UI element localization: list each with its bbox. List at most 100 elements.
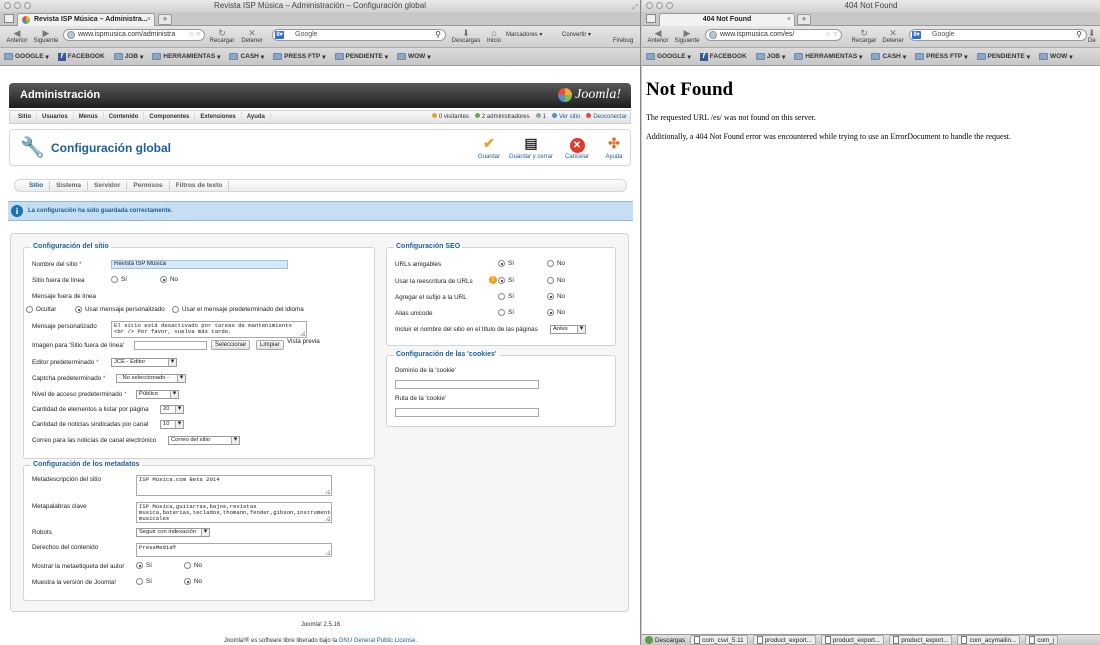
- cookie-domain-input[interactable]: [395, 380, 539, 389]
- convert-button[interactable]: Convertir ▾: [562, 32, 606, 39]
- menu-ayuda[interactable]: Ayuda: [242, 112, 271, 122]
- access-select[interactable]: Público: [136, 390, 179, 399]
- meta-description-textarea[interactable]: ISP Música.com Beta 2014: [136, 475, 332, 496]
- window-controls[interactable]: [646, 2, 673, 9]
- download-item[interactable]: product_export...: [752, 635, 816, 645]
- forward-button[interactable]: ▶ Siguiente: [673, 29, 701, 45]
- stop-button[interactable]: ✕ Detener: [879, 29, 907, 45]
- download-item[interactable]: com_csvi_5.11: [690, 635, 748, 645]
- download-item[interactable]: product_export...: [889, 635, 953, 645]
- author-meta-yes-radio[interactable]: Sí: [136, 562, 152, 569]
- site-name-input[interactable]: Revista ISP Música: [111, 260, 288, 269]
- menu-componentes[interactable]: Componentes: [144, 112, 196, 122]
- cancel-button[interactable]: ✕ Cancelar: [563, 136, 591, 160]
- menu-contenido[interactable]: Contenido: [104, 112, 145, 122]
- offline-default-radio[interactable]: Usar el mensaje predeterminado del idiom…: [172, 306, 304, 313]
- reload-button[interactable]: ↻ Recargar: [851, 29, 877, 45]
- bookmark-star-icon[interactable]: ☆ ▿: [188, 30, 200, 40]
- show-version-yes-radio[interactable]: Sí: [136, 578, 152, 585]
- bookmarks-menu-button[interactable]: Marcadores ▾: [506, 32, 556, 39]
- menu-menus[interactable]: Menús: [74, 112, 104, 122]
- messages-count[interactable]: 1: [535, 113, 546, 120]
- meta-keywords-textarea[interactable]: ISP Música,guitarras,bajos,revistas musi…: [136, 502, 332, 523]
- back-button[interactable]: ◀ Anterior: [4, 29, 30, 45]
- downloads-toggle[interactable]: Descargas: [645, 636, 685, 644]
- close-tab-icon[interactable]: ×: [147, 14, 151, 26]
- downloads-button[interactable]: ⬇ De: [1088, 29, 1100, 45]
- sef-yes-radio[interactable]: Sí: [498, 260, 514, 267]
- menu-extensiones[interactable]: Extensiones: [195, 112, 242, 122]
- list-limit-select[interactable]: 20: [160, 405, 184, 414]
- search-icon[interactable]: ⚲: [435, 30, 441, 40]
- help-button[interactable]: ✣ Ayuda: [602, 136, 626, 161]
- forward-button[interactable]: ▶ Siguiente: [32, 29, 60, 45]
- bookmark-job[interactable]: JOB ▾: [755, 53, 785, 61]
- tab-sitio[interactable]: Sitio: [23, 181, 51, 190]
- close-tab-icon[interactable]: ×: [787, 14, 791, 26]
- download-item[interactable]: com_j: [1025, 635, 1059, 645]
- bookmark-wow[interactable]: WOW ▾: [396, 53, 431, 61]
- view-site-link[interactable]: Ver sitio: [551, 113, 580, 120]
- captcha-select[interactable]: - No seleccionado -: [116, 374, 186, 383]
- robots-select[interactable]: Seguir con indexación: [136, 528, 210, 537]
- suffix-no-radio[interactable]: No: [547, 293, 565, 300]
- author-meta-no-radio[interactable]: No: [184, 562, 202, 569]
- bookmark-press-ftp[interactable]: PRESS FTP ▾: [273, 53, 326, 61]
- unicode-no-radio[interactable]: No: [547, 309, 565, 316]
- bookmark-google[interactable]: GOOGLE ▾: [646, 53, 691, 61]
- download-item[interactable]: product_export...: [820, 635, 885, 645]
- window-controls[interactable]: [4, 2, 31, 9]
- browser-tab-admin[interactable]: Revista ISP Música – Administra... ×: [17, 13, 155, 26]
- bookmark-pendiente[interactable]: PENDIENTE ▾: [334, 53, 388, 61]
- tab-sistema[interactable]: Sistema: [50, 181, 89, 190]
- bookmark-pendiente[interactable]: PENDIENTE ▾: [976, 53, 1030, 61]
- bookmark-star-icon[interactable]: ☆ ▿: [825, 30, 837, 40]
- search-bar[interactable]: 8▾ Google ⚲: [909, 29, 1087, 41]
- editor-select[interactable]: JCE - Editor: [111, 358, 177, 367]
- offline-image-input[interactable]: [134, 341, 207, 350]
- bookmark-facebook[interactable]: f FACEBOOK: [57, 52, 105, 61]
- custom-message-textarea[interactable]: El sitio está desactivado por tareas de …: [111, 321, 307, 338]
- search-icon[interactable]: ⚲: [1076, 30, 1082, 40]
- url-bar[interactable]: www.ispmusica.com/es/ ☆ ▿: [705, 29, 842, 41]
- bookmark-herramientas[interactable]: HERRAMIENTAS ▾: [794, 53, 862, 61]
- new-tab-button[interactable]: +: [158, 14, 172, 25]
- back-button[interactable]: ◀ Anterior: [645, 29, 671, 45]
- clear-image-button[interactable]: Limpiar: [256, 340, 284, 350]
- offline-custom-radio[interactable]: Usar mensaje personalizado: [75, 306, 165, 313]
- offline-hide-radio[interactable]: Ocultar: [26, 306, 56, 313]
- feed-email-select[interactable]: Correo del sitio: [168, 436, 240, 445]
- logout-link[interactable]: Desconectar: [586, 113, 627, 120]
- reload-button[interactable]: ↻ Recargar: [209, 29, 235, 45]
- save-button[interactable]: ✔ Guardar: [477, 136, 501, 161]
- offline-no-radio[interactable]: No: [160, 276, 178, 283]
- offline-yes-radio[interactable]: Sí: [111, 276, 127, 283]
- sitename-title-select[interactable]: Antes: [550, 325, 586, 334]
- menu-usuarios[interactable]: Usuarios: [37, 112, 74, 122]
- browser-tab-404[interactable]: 404 Not Found ×: [659, 13, 795, 26]
- tab-servidor[interactable]: Servidor: [88, 181, 128, 190]
- content-rights-textarea[interactable]: PresaMedia®: [136, 543, 332, 557]
- downloads-button[interactable]: ⬇ Descargas: [449, 29, 483, 45]
- show-version-no-radio[interactable]: No: [184, 578, 202, 585]
- bookmark-cash[interactable]: CASH ▾: [871, 53, 906, 61]
- menu-sitio[interactable]: Sitio: [13, 112, 37, 122]
- tab-permisos[interactable]: Permisos: [127, 181, 170, 190]
- sef-no-radio[interactable]: No: [547, 260, 565, 267]
- rewrite-yes-radio[interactable]: Sí: [498, 277, 514, 284]
- bookmark-job[interactable]: JOB ▾: [113, 53, 143, 61]
- tab-overview-icon[interactable]: [4, 14, 14, 23]
- bookmark-cash[interactable]: CASH ▾: [229, 53, 264, 61]
- save-close-button[interactable]: ▤ Guardar y cerrar: [507, 136, 555, 161]
- new-tab-button[interactable]: +: [797, 14, 811, 25]
- bookmark-wow[interactable]: WOW ▾: [1038, 53, 1073, 61]
- download-item[interactable]: com_acymailin...: [957, 635, 1021, 645]
- feed-limit-select[interactable]: 10: [160, 420, 184, 429]
- gpl-link[interactable]: GNU General Public License.: [339, 638, 417, 644]
- url-bar[interactable]: www.ispmusica.com/administra ☆ ▿: [63, 29, 205, 41]
- rewrite-no-radio[interactable]: No: [547, 277, 565, 284]
- unicode-yes-radio[interactable]: Sí: [498, 309, 514, 316]
- bookmark-google[interactable]: GOOGLE ▾: [4, 53, 49, 61]
- tab-filtros-texto[interactable]: Filtros de texto: [170, 181, 230, 190]
- select-image-button[interactable]: Seleccionar: [211, 340, 251, 350]
